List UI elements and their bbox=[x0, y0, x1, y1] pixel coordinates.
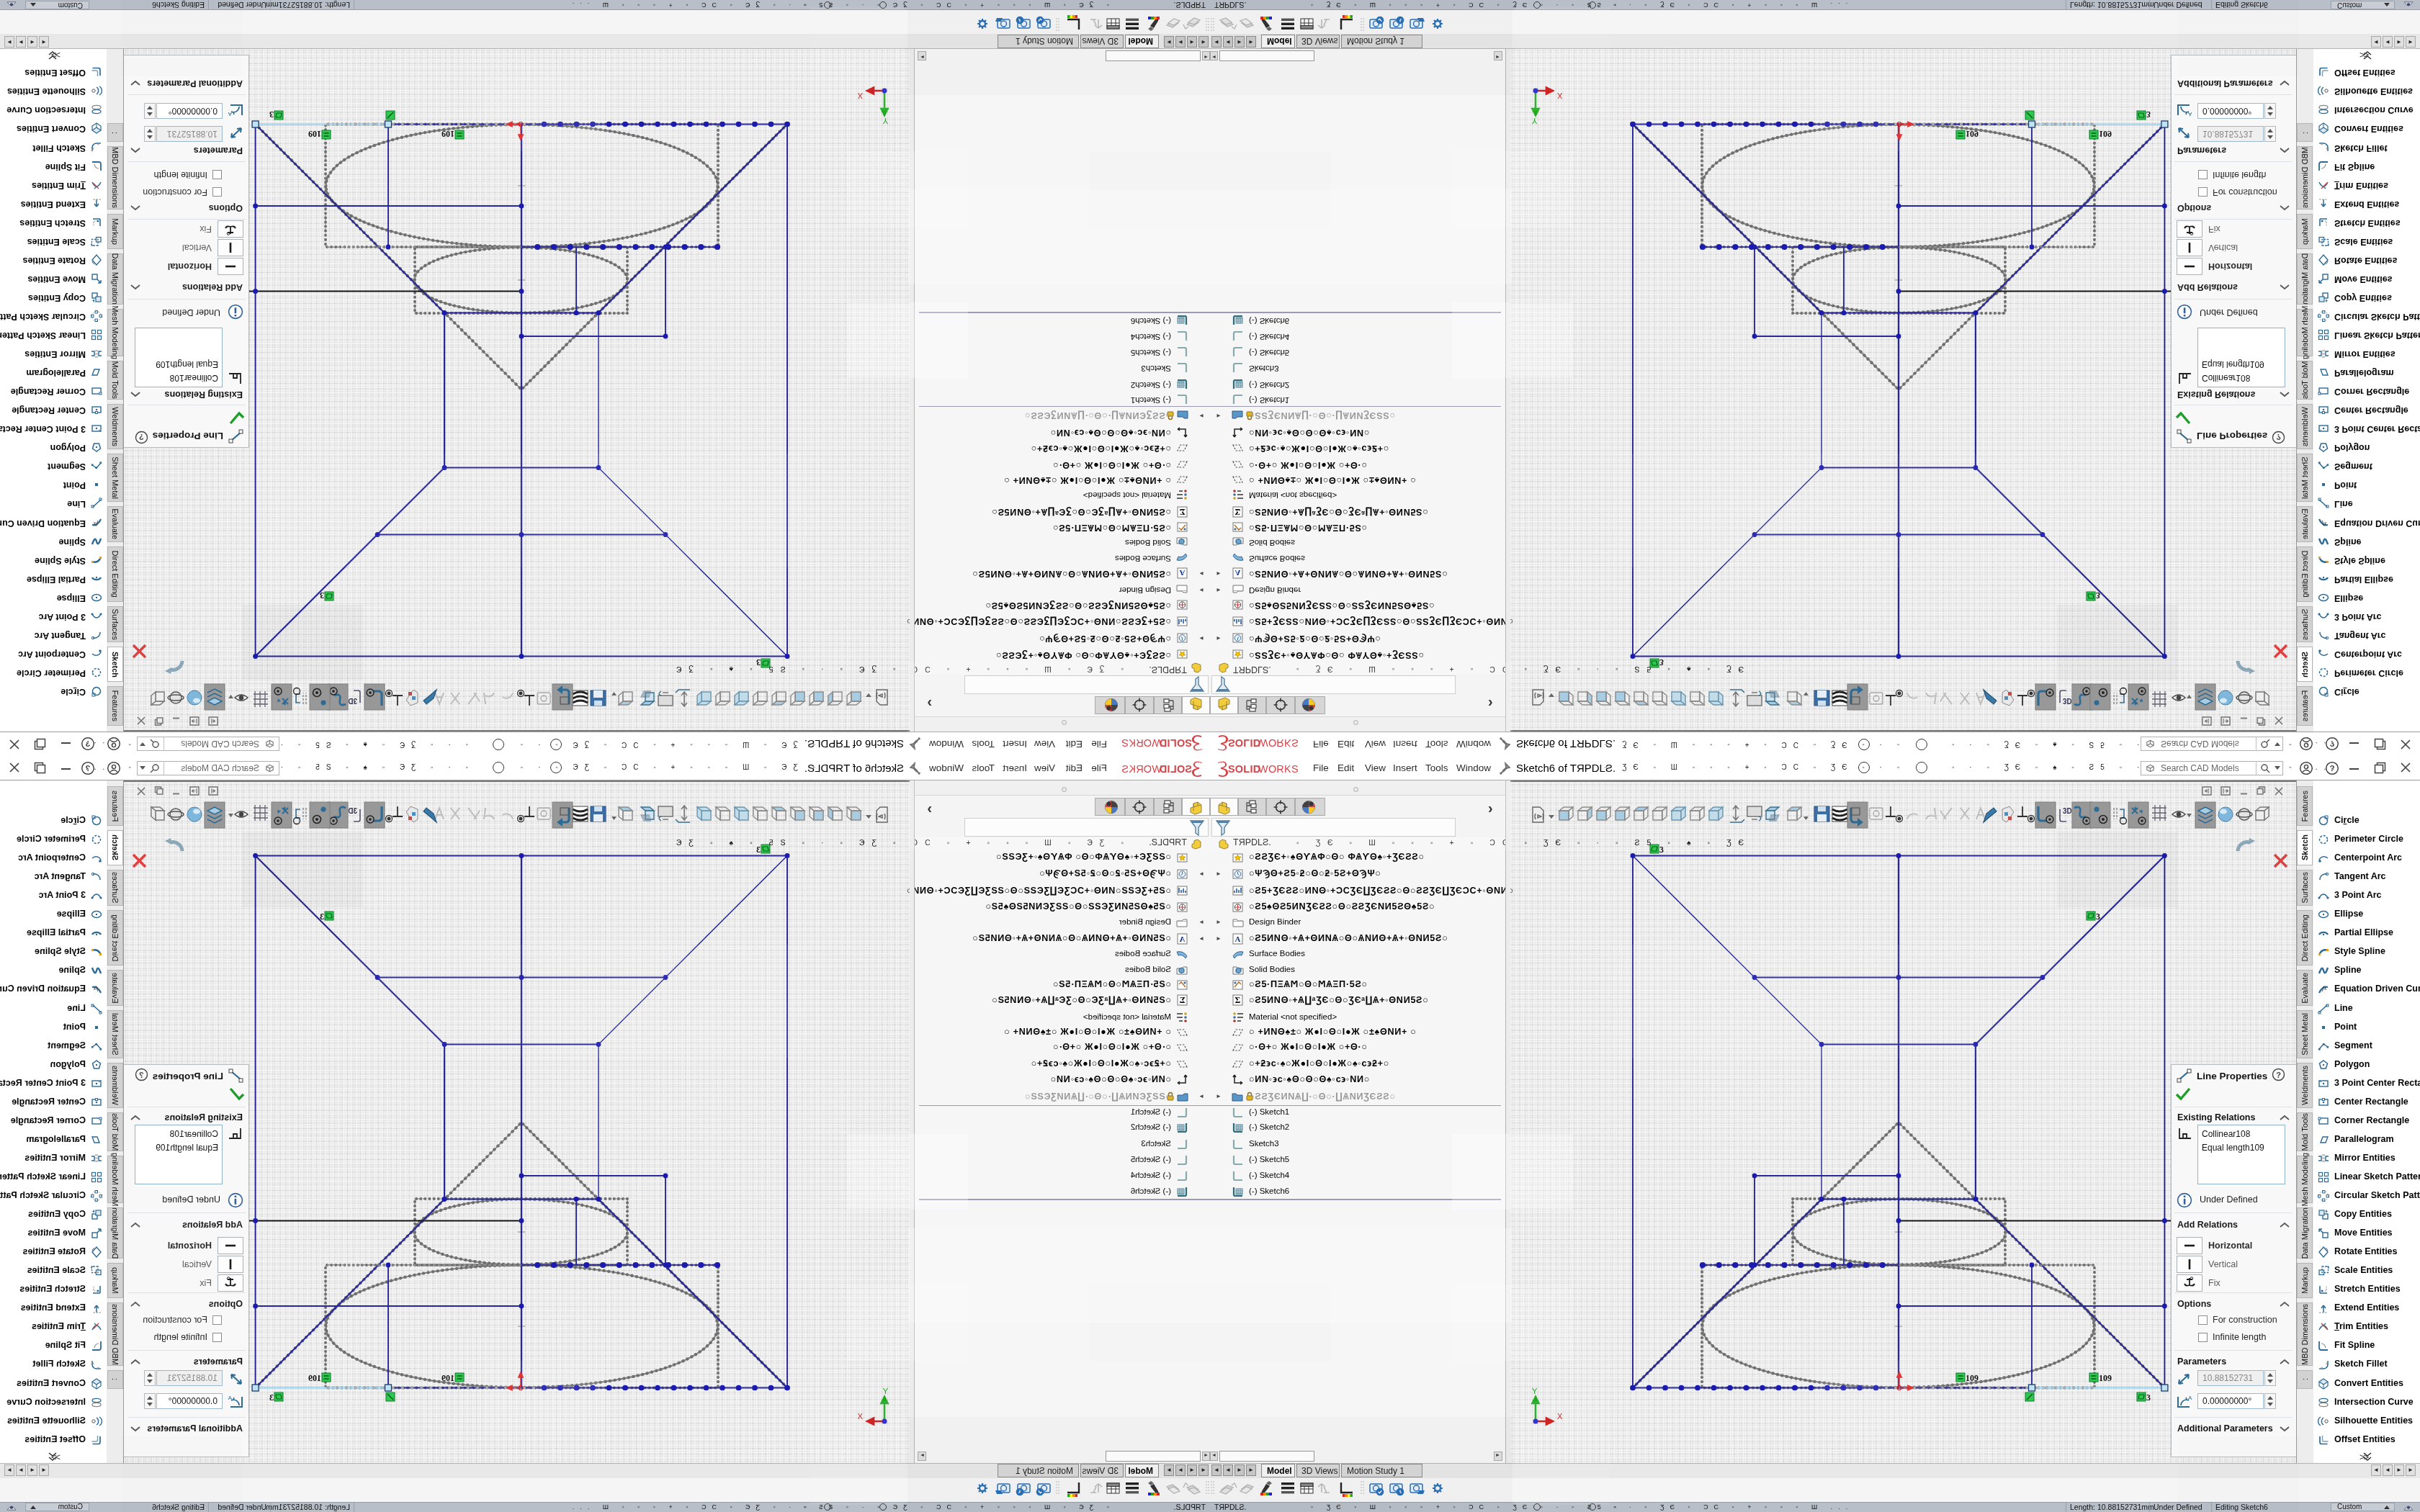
svg-text:3: 3 bbox=[320, 590, 324, 600]
svg-text:109: 109 bbox=[1966, 129, 1978, 139]
svg-text:Y: Y bbox=[1532, 1387, 1538, 1395]
svg-text:?: ? bbox=[139, 1071, 144, 1079]
svg-text:109: 109 bbox=[2099, 129, 2112, 139]
svg-text:?: ? bbox=[2276, 1071, 2281, 1079]
svg-text:3D: 3D bbox=[2063, 697, 2072, 705]
svg-text:?: ? bbox=[139, 433, 144, 441]
svg-text:Y: Y bbox=[1532, 117, 1538, 125]
svg-text:A: A bbox=[2188, 1395, 2192, 1401]
svg-text:3: 3 bbox=[269, 109, 274, 120]
svg-text:109: 109 bbox=[308, 1373, 321, 1383]
svg-text:3: 3 bbox=[2096, 912, 2100, 922]
svg-text:Y: Y bbox=[882, 1387, 888, 1395]
svg-text:109: 109 bbox=[308, 129, 321, 139]
svg-text:fx: fx bbox=[93, 984, 98, 991]
svg-text:Σ: Σ bbox=[1179, 995, 1185, 1005]
svg-text:3D: 3D bbox=[348, 807, 357, 815]
svg-text:109: 109 bbox=[442, 1373, 454, 1383]
svg-text:A: A bbox=[1179, 935, 1185, 943]
svg-text:A: A bbox=[1235, 935, 1241, 943]
svg-text:Σ: Σ bbox=[1235, 507, 1241, 517]
svg-text:3: 3 bbox=[269, 1392, 274, 1403]
svg-text:?: ? bbox=[2276, 433, 2281, 441]
svg-text:109: 109 bbox=[442, 129, 454, 139]
svg-text:3D: 3D bbox=[2063, 807, 2072, 815]
svg-text:A: A bbox=[1179, 569, 1185, 577]
svg-text:fx: fx bbox=[93, 521, 98, 528]
svg-text:109: 109 bbox=[1966, 1373, 1978, 1383]
svg-text:3: 3 bbox=[320, 912, 324, 922]
svg-text:Σ: Σ bbox=[1179, 507, 1185, 517]
svg-text:109: 109 bbox=[2099, 1373, 2112, 1383]
svg-text:A: A bbox=[228, 1395, 232, 1401]
svg-text:fx: fx bbox=[2322, 521, 2327, 528]
svg-text:3: 3 bbox=[2096, 590, 2100, 600]
svg-text:Σ: Σ bbox=[1235, 995, 1241, 1005]
svg-text:A: A bbox=[228, 111, 232, 117]
svg-text:Y: Y bbox=[882, 117, 888, 125]
svg-text:3: 3 bbox=[2146, 1392, 2151, 1403]
svg-text:A: A bbox=[2188, 111, 2192, 117]
svg-text:3: 3 bbox=[2146, 109, 2151, 120]
svg-text:A: A bbox=[1235, 569, 1241, 577]
svg-text:fx: fx bbox=[2322, 984, 2327, 991]
svg-text:3D: 3D bbox=[348, 697, 357, 705]
